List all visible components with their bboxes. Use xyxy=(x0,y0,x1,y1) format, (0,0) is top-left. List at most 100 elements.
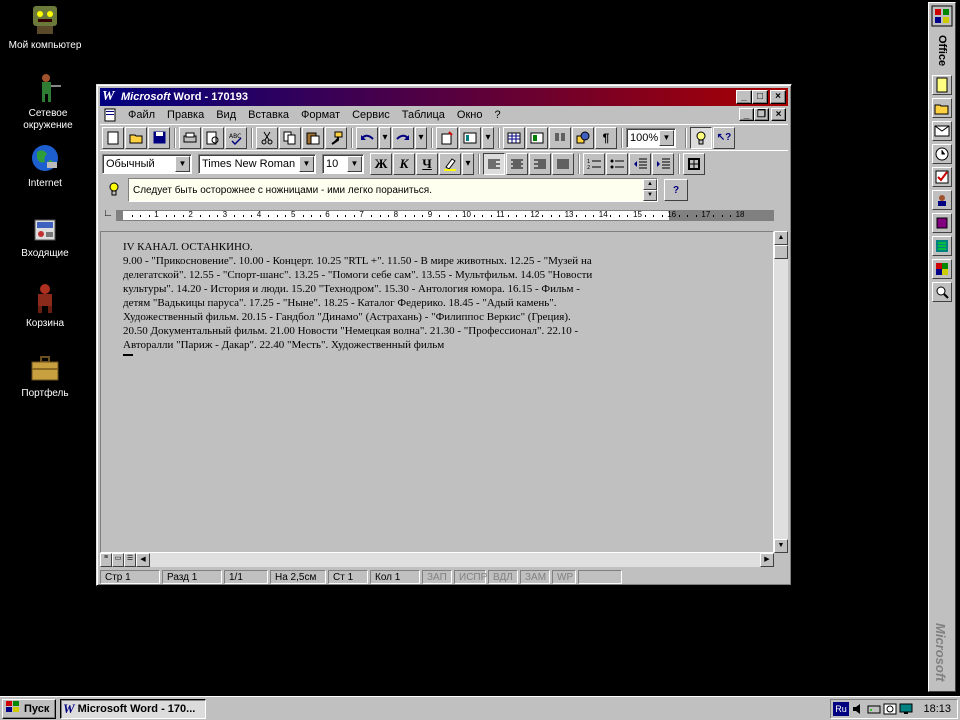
menu-window[interactable]: Окно xyxy=(451,109,489,121)
highlight-button[interactable] xyxy=(439,152,461,175)
document-line[interactable]: IV КАНАЛ. ОСТАНКИНО. xyxy=(123,240,668,254)
vertical-scrollbar[interactable]: ▲ ▼ xyxy=(774,231,788,553)
insert-address-button[interactable] xyxy=(459,126,481,149)
style-select[interactable]: Обычный ▼ xyxy=(102,153,192,174)
open-button[interactable] xyxy=(125,126,147,149)
bullets-button[interactable] xyxy=(606,152,628,175)
address-dropdown-button[interactable]: ▾ xyxy=(482,126,494,149)
decrease-indent-button[interactable] xyxy=(629,152,651,175)
add-contact-icon[interactable] xyxy=(932,190,952,210)
desktop-icon-briefcase[interactable]: Портфель xyxy=(0,352,90,400)
minimize-button[interactable]: _ xyxy=(736,90,752,104)
document-line[interactable]: Авторалли "Париж - Дакар". 22.40 "Месть"… xyxy=(123,338,668,352)
scroll-left-button[interactable]: ◀ xyxy=(136,553,150,567)
show-me-button[interactable]: ? xyxy=(664,179,688,201)
menu-table[interactable]: Таблица xyxy=(396,109,451,121)
title-bar[interactable]: W Microsoft Word - 170193 _ □ × xyxy=(100,88,788,106)
page-layout-view-button[interactable]: ▭ xyxy=(112,553,124,567)
format-painter-button[interactable] xyxy=(325,126,347,149)
undo-dropdown-button[interactable]: ▾ xyxy=(379,126,391,149)
menu-help[interactable]: ? xyxy=(488,109,506,121)
highlight-dropdown-button[interactable]: ▾ xyxy=(462,152,474,175)
document-line[interactable]: 20.50 Документальный фильм. 21.00 Новост… xyxy=(123,324,668,338)
document-icon[interactable] xyxy=(102,108,118,122)
appointment-clock-icon[interactable] xyxy=(932,144,952,164)
office-logo-icon[interactable] xyxy=(931,5,953,27)
borders-button[interactable] xyxy=(683,152,705,175)
status-wp[interactable]: WP xyxy=(552,570,576,584)
status-extend[interactable]: ВДЛ xyxy=(488,570,518,584)
normal-view-button[interactable]: ≡ xyxy=(100,553,112,567)
doc-restore-button[interactable]: ❐ xyxy=(754,108,769,121)
open-office-document-icon[interactable] xyxy=(932,98,952,118)
menu-view[interactable]: Вид xyxy=(210,109,242,121)
scroll-down-button[interactable]: ▼ xyxy=(774,539,788,553)
spelling-button[interactable]: ABC xyxy=(225,126,247,149)
align-left-button[interactable] xyxy=(483,152,505,175)
desktop-icon-recycle-bin[interactable]: Корзина xyxy=(0,282,90,330)
redo-button[interactable] xyxy=(392,126,414,149)
ruler-track[interactable]: 1 2 3 4 5 6 7 8 9 10 11 12 13 14 15 16 17 18 xyxy=(116,209,774,221)
save-button[interactable] xyxy=(148,126,170,149)
paste-button[interactable] xyxy=(302,126,324,149)
status-rec[interactable]: ЗАП xyxy=(422,570,452,584)
task-scheduler-icon[interactable] xyxy=(883,702,897,716)
document-text[interactable]: IV КАНАЛ. ОСТАНКИНО. 9.00 - "Прикосновени… xyxy=(123,240,668,352)
menu-insert[interactable]: Вставка xyxy=(242,109,295,121)
document-line[interactable]: 9.00 - "Прикосновение". 10.00 - Концерт.… xyxy=(123,254,668,268)
tipwizard-button[interactable] xyxy=(690,126,712,149)
help-pointer-button[interactable]: ↖? xyxy=(713,126,735,149)
send-message-icon[interactable] xyxy=(932,121,952,141)
maximize-button[interactable]: □ xyxy=(752,90,768,104)
find-file-icon[interactable] xyxy=(932,282,952,302)
getting-results-book-icon[interactable] xyxy=(932,213,952,233)
tip-scroll-down-button[interactable]: ▼ xyxy=(643,190,657,201)
new-document-button[interactable] xyxy=(102,126,124,149)
language-indicator[interactable]: Ru xyxy=(833,702,849,716)
desktop-icon-inbox[interactable]: Входящие xyxy=(0,212,90,260)
redo-dropdown-button[interactable]: ▾ xyxy=(415,126,427,149)
menu-file[interactable]: Файл xyxy=(122,109,161,121)
tab-stop-selector[interactable]: ∟ xyxy=(100,207,116,223)
menu-tools[interactable]: Сервис xyxy=(346,109,396,121)
undo-button[interactable] xyxy=(356,126,378,149)
justify-button[interactable] xyxy=(552,152,574,175)
scroll-up-button[interactable]: ▲ xyxy=(774,231,788,245)
status-track[interactable]: ИСПР xyxy=(454,570,487,584)
insert-excel-button[interactable] xyxy=(526,126,548,149)
modem-icon[interactable] xyxy=(867,702,881,716)
taskbar-word-button[interactable]: W Microsoft Word - 170... xyxy=(60,698,206,719)
print-button[interactable] xyxy=(179,126,201,149)
font-size-select[interactable]: 10 ▼ xyxy=(322,153,364,174)
menu-format[interactable]: Формат xyxy=(295,109,346,121)
close-button[interactable]: × xyxy=(770,90,786,104)
autoformat-button[interactable] xyxy=(436,126,458,149)
numbering-button[interactable]: 12 xyxy=(583,152,605,175)
desktop-icon-internet[interactable]: Internet xyxy=(0,142,90,190)
show-formatting-button[interactable]: ¶ xyxy=(595,126,617,149)
underline-button[interactable]: Ч xyxy=(416,152,438,175)
scroll-right-button[interactable]: ▶ xyxy=(760,553,774,567)
document-line[interactable]: детям "Вадькицы паруса". 17.25 - "Ныне".… xyxy=(123,296,668,310)
start-button[interactable]: Пуск xyxy=(2,698,56,719)
office-assistant-icon[interactable] xyxy=(932,259,952,279)
document-line[interactable]: Художественный фильм. 20.15 - Гандбол "Д… xyxy=(123,310,668,324)
speaker-icon[interactable] xyxy=(851,702,865,716)
copy-button[interactable] xyxy=(279,126,301,149)
status-overtype[interactable]: ЗАМ xyxy=(520,570,550,584)
font-select[interactable]: Times New Roman ▼ xyxy=(198,153,316,174)
menu-edit[interactable]: Правка xyxy=(161,109,210,121)
bold-button[interactable]: Ж xyxy=(370,152,392,175)
cut-scissors-icon[interactable] xyxy=(256,126,278,149)
columns-button[interactable] xyxy=(549,126,571,149)
desktop-icon-my-computer[interactable]: Мой компьютер xyxy=(0,4,90,52)
insert-table-button[interactable] xyxy=(503,126,525,149)
scroll-thumb[interactable] xyxy=(774,245,788,259)
outline-view-button[interactable]: ☰ xyxy=(124,553,136,567)
drawing-button[interactable] xyxy=(572,126,594,149)
document-line[interactable]: делегатской". 12.55 - "Спорт-шанс". 13.2… xyxy=(123,268,668,282)
display-settings-icon[interactable] xyxy=(899,702,913,716)
zoom-select[interactable]: 100% ▼ xyxy=(626,127,676,148)
doc-minimize-button[interactable]: _ xyxy=(739,108,754,121)
horizontal-scrollbar[interactable]: ◀ ▶ xyxy=(136,553,774,567)
